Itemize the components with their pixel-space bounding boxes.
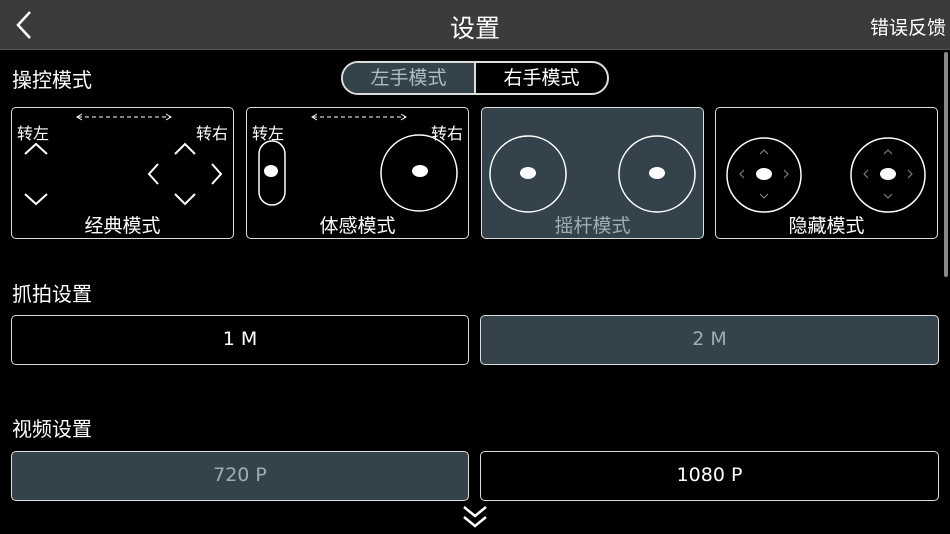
video-label: 视频设置: [12, 417, 92, 441]
turn-left-label: 转左: [17, 124, 50, 143]
snapshot-2m-button[interactable]: 2 M: [480, 315, 939, 365]
double-chevron-down-icon[interactable]: [461, 503, 489, 531]
scrollbar[interactable]: [944, 52, 948, 277]
snapshot-1m-button[interactable]: 1 M: [11, 315, 469, 365]
control-mode-label: 操控模式: [12, 68, 92, 92]
classic-mode-label: 经典模式: [84, 215, 161, 237]
video-1080p-button[interactable]: 1080 P: [480, 451, 939, 501]
video-720p-button[interactable]: 720 P: [11, 451, 469, 501]
right-hand-mode-button[interactable]: 右手模式: [474, 63, 607, 93]
left-hand-mode-button[interactable]: 左手模式: [343, 63, 474, 93]
snapshot-label: 抓拍设置: [12, 282, 92, 306]
motion-mode-label: 体感模式: [319, 215, 396, 237]
turn-left-label: 转左: [252, 124, 285, 143]
hand-mode-toggle: 左手模式 右手模式: [341, 61, 609, 95]
header-bar: 设置 错误反馈: [0, 0, 950, 50]
feedback-button[interactable]: 错误反馈: [870, 13, 946, 40]
joystick-mode-card[interactable]: 摇杆模式: [481, 107, 704, 239]
turn-right-label: 转右: [430, 124, 463, 143]
motion-mode-card[interactable]: 转左 转右 体感模式: [246, 107, 469, 239]
joystick-mode-label: 摇杆模式: [554, 215, 631, 237]
hidden-mode-card[interactable]: 隐藏模式: [715, 107, 938, 239]
page-title: 设置: [449, 14, 500, 43]
turn-right-label: 转右: [195, 124, 228, 143]
hidden-mode-label: 隐藏模式: [788, 215, 865, 237]
classic-mode-card[interactable]: 转左 转右 经典模式: [11, 107, 234, 239]
